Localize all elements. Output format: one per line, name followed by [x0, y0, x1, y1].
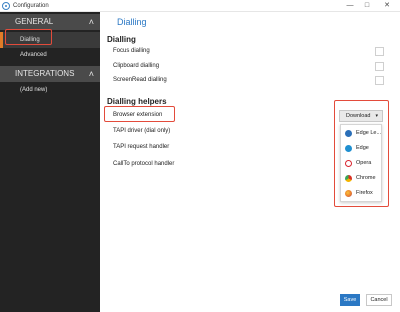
main-panel: Dialling Dialling Focus dialling Clipboa…: [100, 12, 400, 312]
clipboard-dialling-checkbox[interactable]: [375, 62, 384, 71]
tapi-driver-label: TAPI driver (dial only): [113, 128, 171, 134]
focus-dialling-checkbox[interactable]: [375, 47, 384, 56]
cancel-button[interactable]: Cancel: [366, 294, 392, 306]
window-title: Configuration: [13, 3, 49, 9]
page-title: Dialling: [117, 17, 147, 27]
chevron-up-icon[interactable]: ˄: [89, 14, 94, 30]
sidebar-section-general[interactable]: GENERAL ˄: [0, 14, 100, 30]
minimize-button[interactable]: —: [343, 0, 357, 12]
annotation-highlight-download-menu: [334, 100, 389, 207]
save-button[interactable]: Save: [340, 294, 360, 306]
sidebar-item-add-new[interactable]: (Add new): [0, 82, 100, 98]
focus-dialling-label: Focus dialling: [113, 48, 150, 54]
annotation-highlight-dialling: [5, 29, 52, 45]
callto-protocol-handler-label: CallTo protocol handler: [113, 161, 175, 167]
sidebar-section-label: GENERAL: [15, 17, 54, 26]
section-title-dialling-helpers: Dialling helpers: [107, 97, 167, 106]
app-icon: [2, 2, 10, 10]
section-title-dialling: Dialling: [107, 35, 136, 44]
sidebar-section-integrations[interactable]: INTEGRATIONS ˄: [0, 66, 100, 82]
sidebar: GENERAL ˄ Dialling Advanced INTEGRATIONS…: [0, 12, 100, 312]
maximize-button[interactable]: □: [360, 0, 374, 12]
chevron-up-icon[interactable]: ˄: [89, 66, 94, 82]
sidebar-item-label: (Add new): [20, 87, 48, 93]
screenread-dialling-label: ScreenRead dialling: [113, 77, 167, 83]
close-button[interactable]: ✕: [380, 0, 394, 12]
annotation-highlight-browser-extension: [104, 106, 175, 122]
clipboard-dialling-label: Clipboard dialling: [113, 63, 160, 69]
title-bar: Configuration — □ ✕: [0, 0, 400, 12]
sidebar-item-label: Advanced: [20, 52, 47, 58]
sidebar-section-label: INTEGRATIONS: [15, 69, 75, 78]
screenread-dialling-checkbox[interactable]: [375, 76, 384, 85]
sidebar-item-advanced[interactable]: Advanced: [0, 47, 100, 63]
tapi-request-handler-label: TAPI request handler: [113, 144, 170, 150]
